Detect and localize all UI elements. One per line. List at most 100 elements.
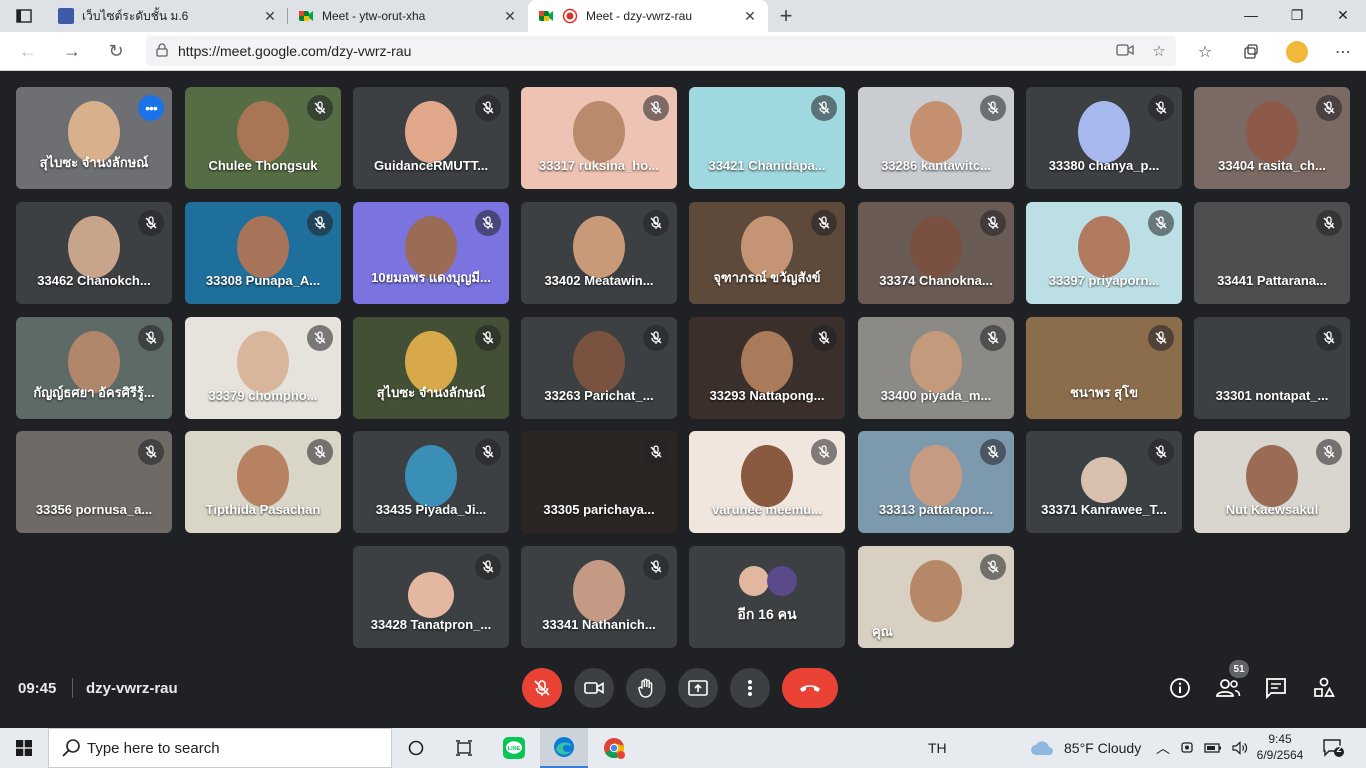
participant-face (910, 216, 962, 278)
participant-tile[interactable]: 33371 Kanrawee_T... (1026, 431, 1182, 533)
tab-actions-icon[interactable] (0, 0, 48, 32)
participant-tile[interactable]: 33428 Tanatpron_... (353, 546, 509, 648)
participant-tile[interactable]: 33379 chompho... (185, 317, 341, 419)
participant-tile[interactable]: ••• สุไบซะ จำนงลักษณ์ (16, 87, 172, 189)
participant-tile[interactable]: 33374 Chanokna... (858, 202, 1014, 304)
weather-widget[interactable]: 85°F Cloudy (1030, 728, 1141, 768)
raise-hand-button[interactable] (626, 668, 666, 708)
participant-tile[interactable]: Nut Kaewsakul (1194, 431, 1350, 533)
participant-tile[interactable]: 33341 Nathanich... (521, 546, 677, 648)
microphone-off-button[interactable] (522, 668, 562, 708)
camera-in-use-icon[interactable] (1108, 43, 1142, 60)
chat-icon (1266, 678, 1286, 699)
participant-tile[interactable]: ชนาพร สุโข (1026, 317, 1182, 419)
participant-name: สุไบซะ จำนงลักษณ์ (39, 155, 149, 170)
more-options-button[interactable] (730, 668, 770, 708)
start-button[interactable] (0, 728, 48, 768)
participant-tile[interactable]: 33397 priyaporn... (1026, 202, 1182, 304)
refresh-icon[interactable]: ↻ (94, 33, 138, 69)
url-text[interactable]: https://meet.google.com/dzy-vwrz-rau (178, 43, 1108, 59)
notification-center-icon[interactable]: 2 (1322, 738, 1344, 763)
participant-tile[interactable]: 33286 kantawitc... (858, 87, 1014, 189)
back-icon[interactable]: ← (6, 33, 50, 69)
close-tab-icon[interactable]: ✕ (262, 8, 278, 25)
activities-button[interactable] (1306, 670, 1342, 706)
participant-tile[interactable]: 33317 ruksina_ho... (521, 87, 677, 189)
participant-tile[interactable]: GuidanceRMUTT... (353, 87, 509, 189)
participant-tile[interactable]: 33313 pattarapor... (858, 431, 1014, 533)
participant-tile[interactable]: 33293 Nattapong... (689, 317, 845, 419)
muted-mic-icon (1148, 210, 1174, 236)
taskbar-search-box[interactable]: Type here to search (48, 728, 392, 768)
page-favicon-icon (58, 8, 74, 24)
minimize-icon[interactable]: — (1228, 0, 1274, 30)
meeting-details-button[interactable] (1162, 670, 1198, 706)
participant-tile[interactable]: 33402 Meatawin... (521, 202, 677, 304)
lock-icon[interactable] (146, 42, 178, 60)
cortana-icon[interactable] (392, 728, 440, 768)
forward-icon[interactable]: → (50, 33, 94, 69)
browser-tab-3[interactable]: Meet - dzy-vwrz-rau ✕ (528, 0, 768, 32)
participant-face (237, 445, 289, 507)
participant-tile[interactable]: สุไบซะ จำนงลักษณ์ (353, 317, 509, 419)
participant-name: Tipthida Pasachan (205, 502, 321, 517)
participant-tile[interactable]: Chulee Thongsuk (185, 87, 341, 189)
participant-name: varunee meemu... (712, 502, 822, 517)
people-icon (1216, 679, 1241, 697)
participant-tile[interactable]: Tipthida Pasachan (185, 431, 341, 533)
participant-tile[interactable]: varunee meemu... (689, 431, 845, 533)
participant-tile[interactable]: 33421 Chanidapa... (689, 87, 845, 189)
participant-tile[interactable]: อีก 16 คน (689, 546, 845, 648)
participant-tile[interactable]: 33400 piyada_m... (858, 317, 1014, 419)
browser-tab-2[interactable]: Meet - ytw-orut-xha ✕ (288, 0, 528, 32)
muted-mic-icon (1316, 210, 1342, 236)
profile-avatar[interactable] (1274, 34, 1320, 70)
participant-tile[interactable]: 33356 pornusa_a... (16, 431, 172, 533)
taskbar-clock[interactable]: 9:45 6/9/2564 (1252, 731, 1308, 763)
participant-tile[interactable]: 33462 Chanokch... (16, 202, 172, 304)
participant-tile[interactable]: 33301 nontapat_... (1194, 317, 1350, 419)
chrome-app-icon[interactable] (590, 728, 638, 768)
close-window-icon[interactable]: ✕ (1320, 0, 1366, 30)
participant-tile[interactable]: คุณ (858, 546, 1014, 648)
address-bar[interactable]: https://meet.google.com/dzy-vwrz-rau ☆ (146, 36, 1176, 66)
muted-mic-icon (643, 554, 669, 580)
add-favorite-icon[interactable]: ☆ (1142, 42, 1176, 60)
participant-tile[interactable]: กัญญ์ธศยา อัครศิรีรู้... (16, 317, 172, 419)
input-language[interactable]: TH (928, 728, 947, 768)
more-menu-icon[interactable]: ⋯ (1320, 34, 1366, 70)
participant-tile[interactable]: 33380 chanya_p... (1026, 87, 1182, 189)
browser-tab-1[interactable]: เว็บไซต์ระดับชั้น ม.6 ✕ (48, 0, 288, 32)
line-app-icon[interactable]: LINE (490, 728, 538, 768)
participant-tile[interactable]: จุฑาภรณ์ ขวัญสังข์ (689, 202, 845, 304)
battery-icon[interactable] (1204, 742, 1222, 754)
favorites-icon[interactable]: ☆ (1182, 34, 1228, 70)
close-tab-icon[interactable]: ✕ (742, 8, 758, 25)
close-tab-icon[interactable]: ✕ (502, 8, 518, 25)
participant-tile[interactable]: 10ยมลพร แดงบุญมี... (353, 202, 509, 304)
camera-icon (584, 682, 604, 694)
task-view-icon[interactable] (440, 728, 488, 768)
new-tab-icon[interactable]: + (768, 0, 804, 32)
show-hidden-icons-icon[interactable]: ︿ (1156, 738, 1170, 758)
muted-mic-icon (811, 210, 837, 236)
collections-icon[interactable] (1228, 34, 1274, 70)
webcam-in-use-icon[interactable] (1180, 741, 1194, 755)
leave-call-button[interactable] (782, 668, 838, 708)
participant-tile[interactable]: 33404 rasita_ch... (1194, 87, 1350, 189)
chat-button[interactable] (1258, 670, 1294, 706)
restore-icon[interactable]: ❐ (1274, 0, 1320, 30)
participant-tile[interactable]: 33435 Piyada_Ji... (353, 431, 509, 533)
camera-button[interactable] (574, 668, 614, 708)
participant-tile[interactable]: 33441 Pattarana... (1194, 202, 1350, 304)
volume-icon[interactable] (1232, 741, 1248, 755)
participant-tile[interactable]: 33263 Parichat_... (521, 317, 677, 419)
windows-taskbar: Type here to search LINE TH 85°F Cloudy … (0, 728, 1366, 768)
muted-mic-icon (811, 325, 837, 351)
people-button[interactable] (1210, 670, 1246, 706)
present-screen-button[interactable] (678, 668, 718, 708)
participant-tile[interactable]: 33308 Punapa_A... (185, 202, 341, 304)
muted-mic-icon (1148, 95, 1174, 121)
participant-tile[interactable]: 33305 parichaya... (521, 431, 677, 533)
edge-app-icon[interactable] (540, 728, 588, 768)
